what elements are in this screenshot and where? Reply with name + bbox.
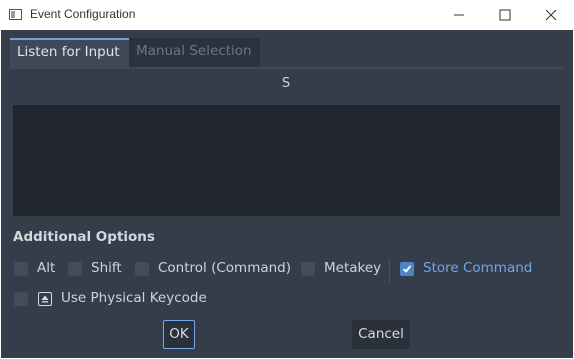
tab-manual-selection[interactable]: Manual Selection (129, 38, 260, 67)
minimize-icon (454, 14, 464, 16)
checkbox-unchecked-icon (301, 262, 315, 276)
checkbox-unchecked-icon (14, 292, 28, 306)
metakey-label: Metakey (324, 260, 382, 276)
additional-options-title: Additional Options (13, 229, 155, 245)
store-command-label: Store Command (423, 260, 533, 276)
window-title-bar: Event Configuration (0, 0, 574, 30)
alt-label: Alt (37, 260, 56, 276)
checkbox-unchecked-icon (68, 262, 82, 276)
maximize-button[interactable] (482, 0, 528, 30)
ok-button[interactable]: OK (163, 320, 195, 349)
use-physical-keycode-label: Use Physical Keycode (61, 290, 207, 306)
shift-label: Shift (91, 260, 122, 276)
close-icon (545, 9, 557, 21)
tab-underline (10, 67, 563, 69)
checkbox-unchecked-icon (135, 262, 149, 276)
minimize-button[interactable] (436, 0, 482, 30)
captured-key-label: S (281, 76, 291, 91)
close-button[interactable] (528, 0, 574, 30)
keyboard-key-icon (38, 292, 52, 306)
event-configuration-dialog: Listen for Input Manual Selection S Addi… (1, 30, 573, 358)
app-window-icon (9, 9, 22, 20)
control-command-label: Control (Command) (158, 260, 292, 276)
event-list-panel[interactable] (13, 105, 560, 216)
maximize-icon (499, 9, 511, 21)
checkbox-unchecked-icon (14, 262, 28, 276)
window-title: Event Configuration (30, 7, 136, 21)
tab-listen-for-input[interactable]: Listen for Input (10, 38, 129, 67)
checkbox-checked-icon (400, 262, 414, 276)
options-separator (389, 259, 390, 283)
cancel-button[interactable]: Cancel (352, 320, 410, 349)
